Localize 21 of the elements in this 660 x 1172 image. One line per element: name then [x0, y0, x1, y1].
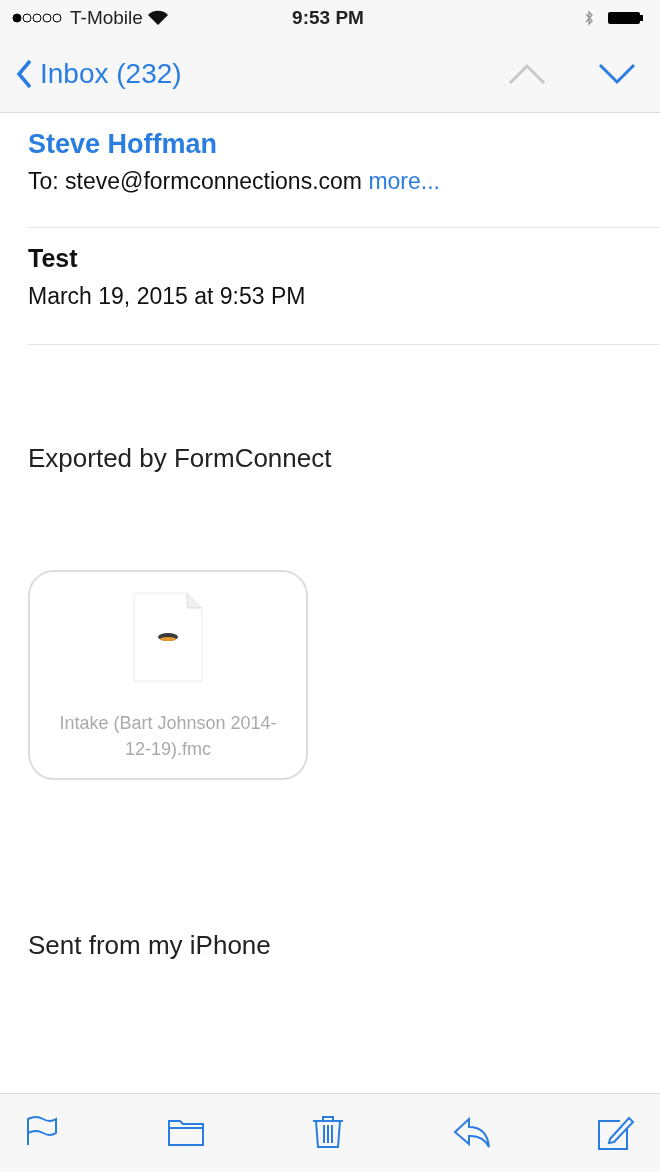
subject-title: Test — [28, 244, 79, 273]
compose-button[interactable] — [596, 1115, 636, 1151]
wifi-icon — [146, 10, 169, 26]
carrier-name: T-Mobile — [70, 7, 143, 29]
battery-icon — [608, 11, 644, 25]
chevron-up-icon — [508, 63, 546, 85]
chevron-left-icon — [16, 59, 32, 89]
status-time: 9:53 PM — [292, 7, 364, 29]
body-text: Exported by FormConnect — [28, 443, 333, 474]
recipient-line: To: steve@formconnections.com — [28, 168, 362, 194]
sender-name[interactable]: Steve Hoffman — [28, 129, 660, 160]
bluetooth-icon — [584, 9, 594, 27]
signature-text: Sent from my iPhone — [28, 930, 272, 961]
attachment-card[interactable]: Intake (Bart Johnson 2014-12-19).fmc — [28, 570, 308, 780]
more-link[interactable]: more... — [368, 168, 440, 194]
compose-icon — [596, 1115, 636, 1151]
attachment-name: Intake (Bart Johnson 2014-12-19).fmc — [58, 712, 278, 761]
chevron-down-icon — [598, 63, 636, 85]
back-button[interactable]: Inbox (232) — [16, 58, 182, 90]
document-icon — [133, 592, 203, 682]
message-date: March 19, 2015 at 9:53 PM — [28, 283, 307, 310]
